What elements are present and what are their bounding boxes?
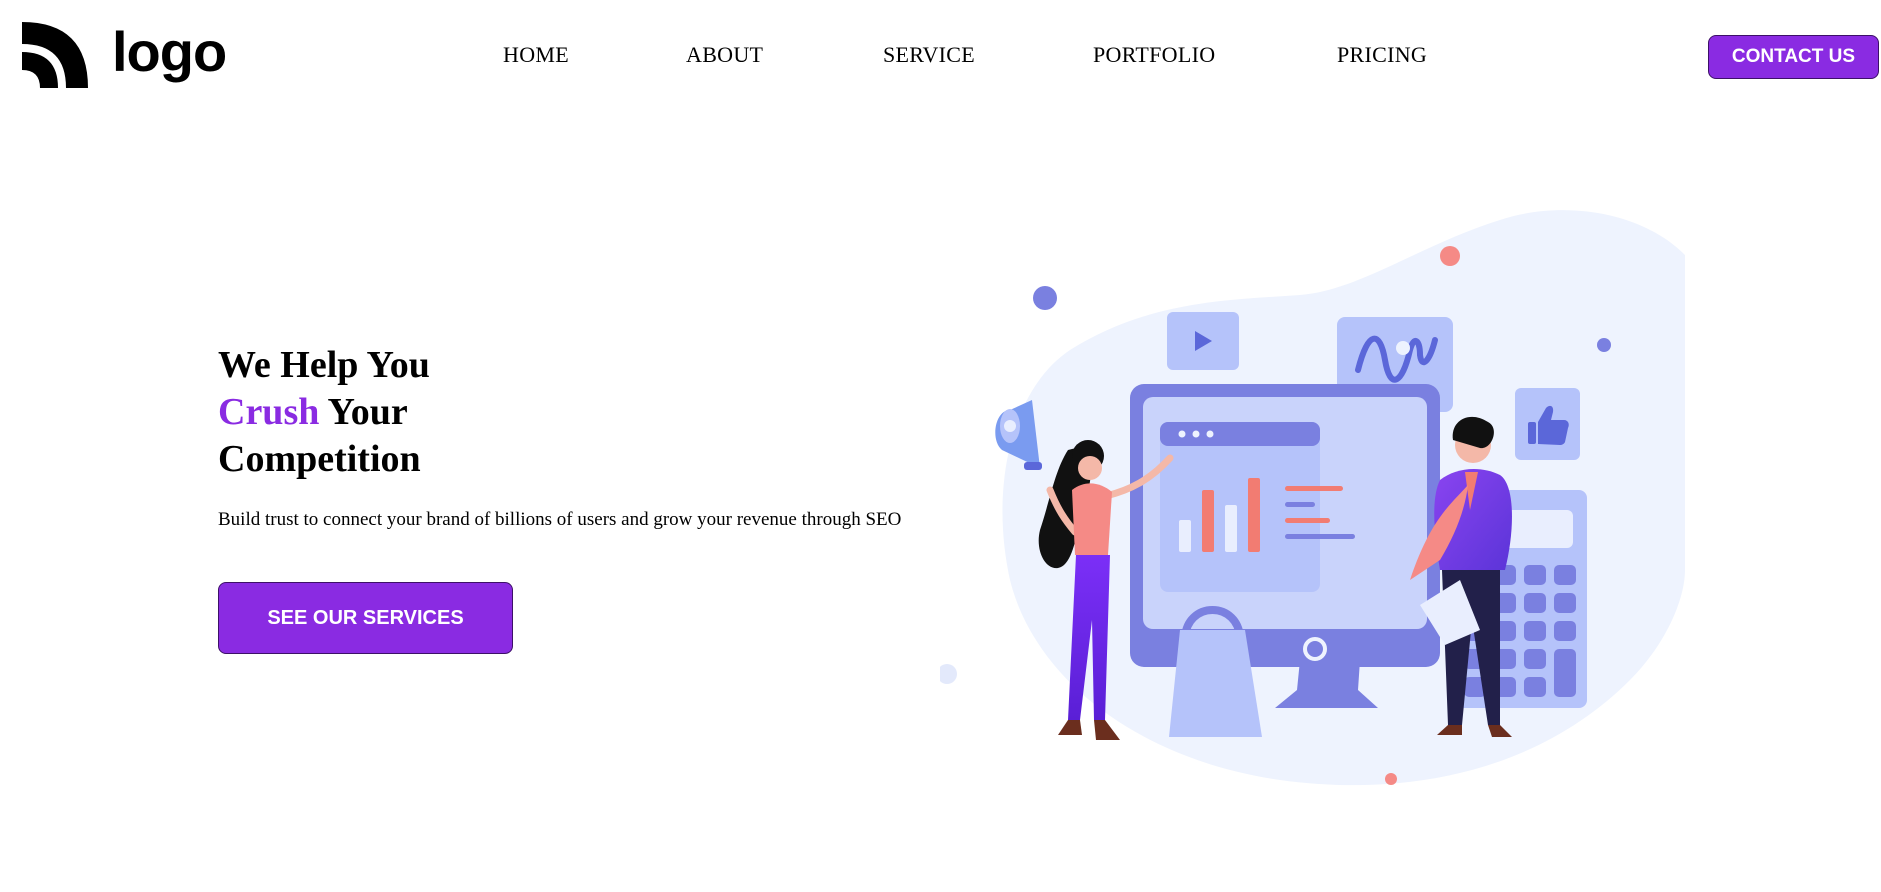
dot bbox=[1597, 338, 1611, 352]
bar bbox=[1248, 478, 1260, 552]
headline-line-2: Your bbox=[319, 391, 408, 433]
main-nav: HOME ABOUT SERVICE PORTFOLIO PRICING bbox=[0, 42, 1881, 72]
headline-line-1: We Help You bbox=[218, 344, 430, 386]
headline-line-3: Competition bbox=[218, 438, 421, 480]
monitor-icon bbox=[1130, 384, 1440, 708]
nav-about[interactable]: ABOUT bbox=[686, 42, 763, 68]
dot bbox=[1440, 246, 1460, 266]
thumbs-up-icon bbox=[1515, 388, 1580, 460]
nav-pricing[interactable]: PRICING bbox=[1337, 42, 1427, 68]
dot bbox=[940, 664, 957, 684]
hero-illustration bbox=[940, 210, 1685, 786]
bar bbox=[1225, 505, 1237, 552]
see-our-services-button[interactable]: SEE OUR SERVICES bbox=[218, 582, 513, 654]
hero-subtext: Build trust to connect your brand of bil… bbox=[218, 509, 902, 530]
nav-home[interactable]: HOME bbox=[503, 42, 569, 68]
play-icon bbox=[1167, 312, 1239, 370]
dot bbox=[1033, 286, 1057, 310]
bar bbox=[1202, 490, 1214, 552]
dot bbox=[1385, 773, 1397, 785]
hero-headline: We Help You Crush Your Competition bbox=[218, 342, 430, 483]
contact-us-button[interactable]: CONTACT US bbox=[1708, 35, 1879, 79]
nav-service[interactable]: SERVICE bbox=[883, 42, 975, 68]
nav-portfolio[interactable]: PORTFOLIO bbox=[1093, 42, 1215, 68]
bar bbox=[1179, 520, 1191, 552]
headline-accent: Crush bbox=[218, 391, 320, 433]
